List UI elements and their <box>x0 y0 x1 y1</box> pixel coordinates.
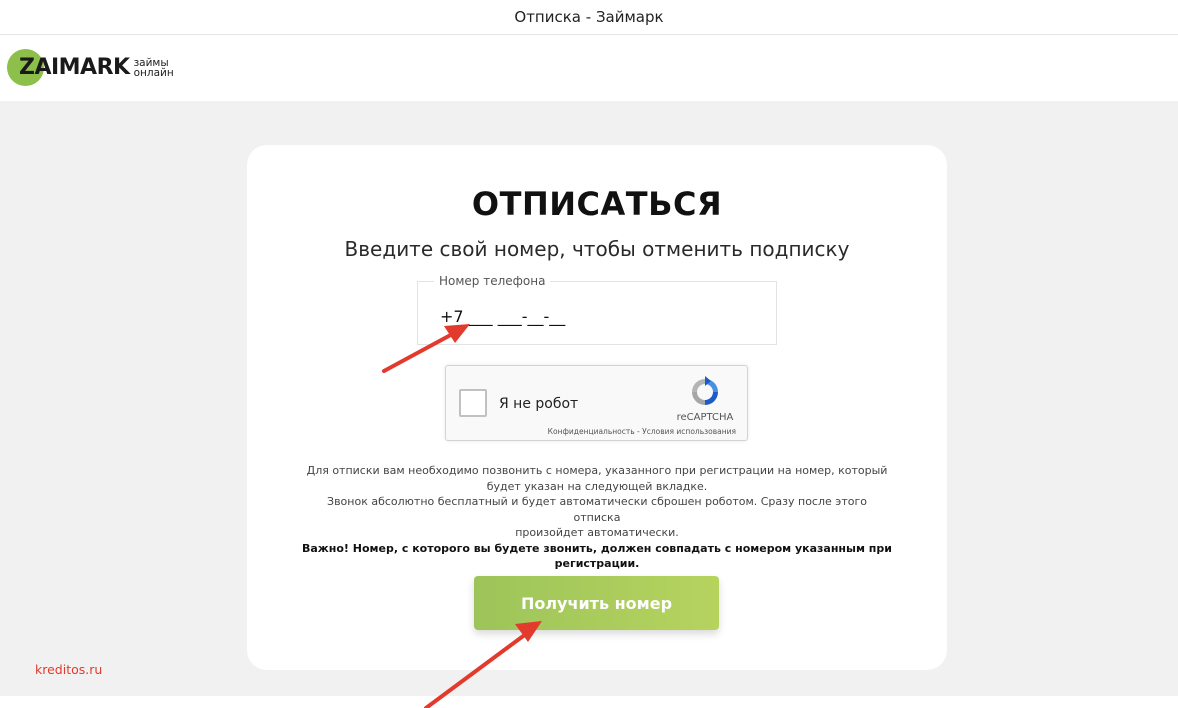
site-header: ZAIMARK займы онлайн <box>0 35 1178 101</box>
instructions-line: Звонок абсолютно бесплатный и будет авто… <box>327 495 867 524</box>
logo-tagline-line2: онлайн <box>133 67 174 79</box>
get-number-button[interactable]: Получить номер <box>474 576 719 630</box>
window-titlebar: Отписка - Займарк <box>0 0 1178 35</box>
instructions-line: произойдет автоматически. <box>515 526 679 539</box>
recaptcha-brand: reCAPTCHA <box>676 412 734 423</box>
important-note-line: регистрации. <box>554 557 640 570</box>
phone-field[interactable]: Номер телефона <box>417 274 777 345</box>
phone-field-label: Номер телефона <box>434 274 551 288</box>
instructions-text: Для отписки вам необходимо позвонить с н… <box>302 463 892 572</box>
site-logo[interactable]: ZAIMARK займы онлайн <box>7 49 174 87</box>
page-title: ОТПИСАТЬСЯ <box>471 185 723 223</box>
window-title: Отписка - Займарк <box>514 8 664 26</box>
page-bottom-strip <box>0 696 1178 708</box>
recaptcha-checkbox[interactable] <box>459 389 487 417</box>
watermark-text: kreditos.ru <box>35 662 103 677</box>
recaptcha-links[interactable]: Конфиденциальность - Условия использован… <box>546 427 736 436</box>
page-content: ОТПИСАТЬСЯ Введите свой номер, чтобы отм… <box>0 101 1178 696</box>
recaptcha-widget: Я не робот reCAPTCHA Конфиденциальность … <box>445 365 748 441</box>
recaptcha-label: Я не робот <box>499 396 579 412</box>
phone-input[interactable] <box>440 302 760 330</box>
instructions-line: будет указан на следующей вкладке. <box>486 479 708 493</box>
instructions-line: Для отписки вам необходимо позвонить с н… <box>306 464 888 477</box>
logo-wordmark: ZAIMARK <box>19 55 130 80</box>
page-subtitle: Введите свой номер, чтобы отменить подпи… <box>344 237 850 261</box>
recaptcha-logo-icon <box>692 376 718 405</box>
logo-tagline: займы онлайн <box>133 58 174 79</box>
unsubscribe-card: ОТПИСАТЬСЯ Введите свой номер, чтобы отм… <box>247 145 947 670</box>
important-note-line: Важно! Номер, с которого вы будете звони… <box>302 541 892 555</box>
